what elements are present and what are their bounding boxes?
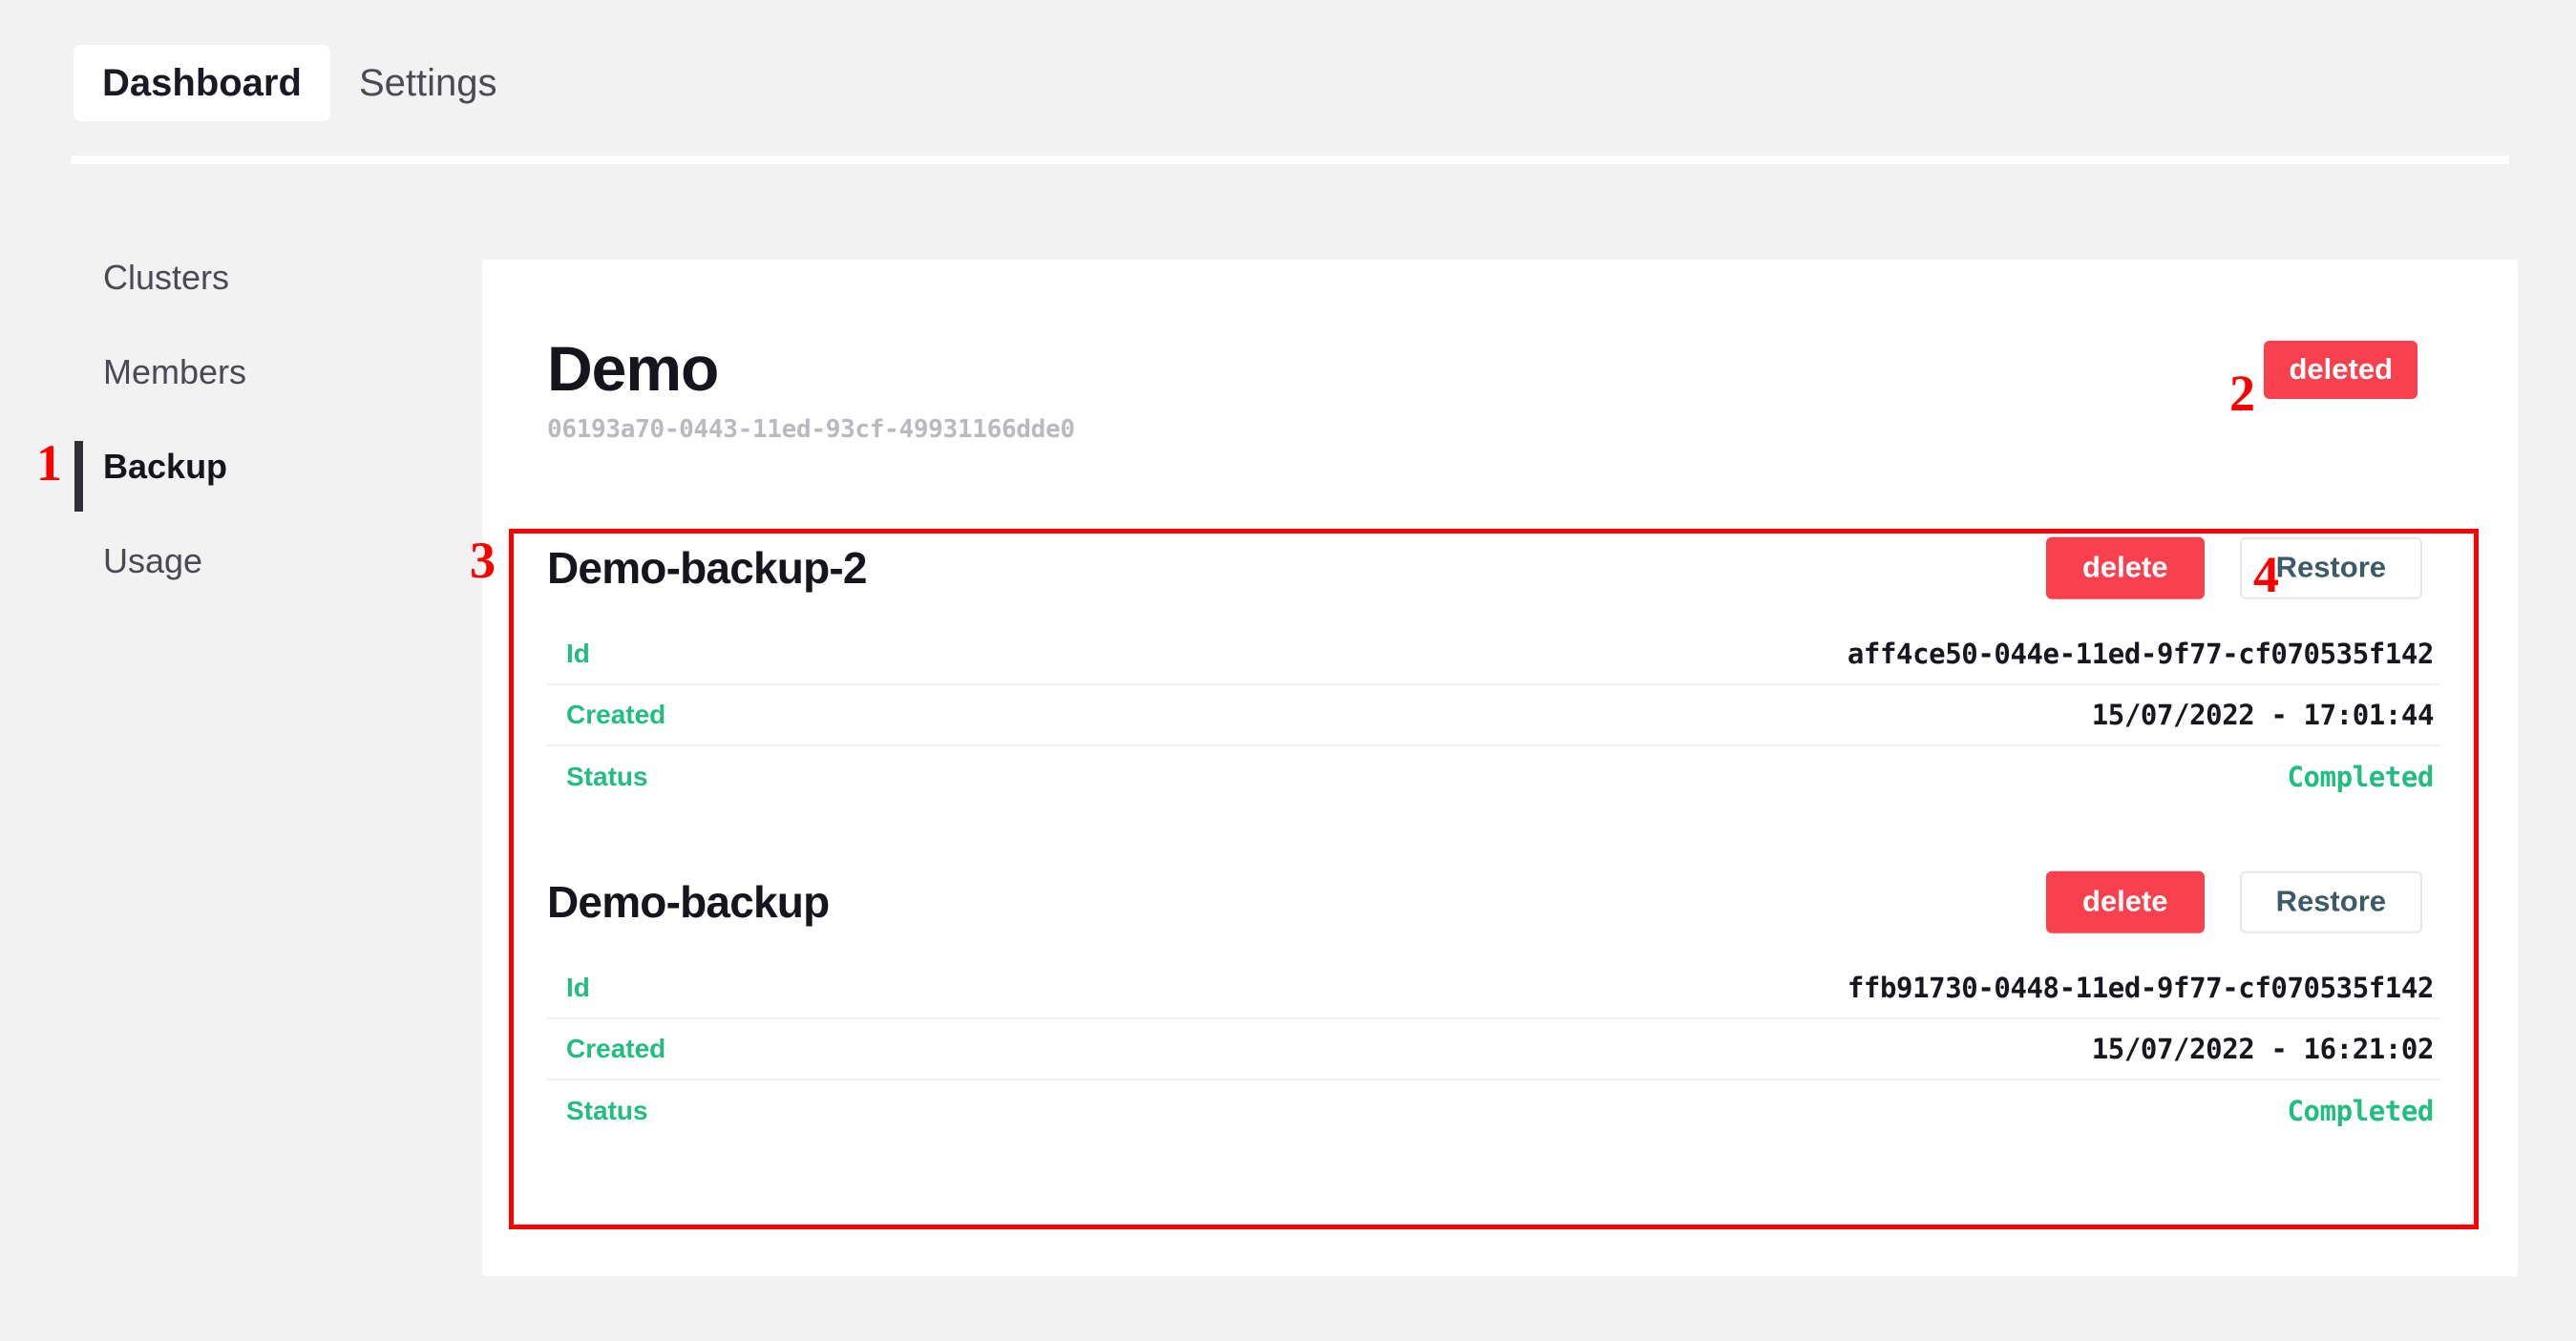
nav-bottom-divider [72,156,2509,164]
backup-card-header: Demo-backup-2 delete Restore [547,529,2439,607]
delete-button[interactable]: delete [2045,870,2205,933]
cluster-uuid: 06193a70-0443-11ed-93cf-49931166dde0 [547,415,1075,445]
backup-card: Demo-backup-2 delete Restore Id aff4ce50… [509,529,2478,807]
backup-name: Demo-backup [547,877,830,927]
detail-value-id: aff4ce50-044e-11ed-9f77-cf070535f142 [1847,638,2435,670]
tab-settings[interactable]: Settings [330,45,526,121]
detail-label-id: Id [566,973,590,1002]
sidebar-item-clusters[interactable]: Clusters [0,250,482,304]
detail-label-id: Id [566,639,590,668]
sidebar-navigation: Clusters Members Backup Usage [0,250,482,628]
status-badge-deleted[interactable]: deleted [2264,341,2418,399]
tab-dashboard[interactable]: Dashboard [74,45,330,121]
sidebar-item-label: Usage [103,540,203,580]
detail-value-status: Completed [2287,761,2434,793]
sidebar-item-usage[interactable]: Usage [0,534,482,588]
detail-value-id: ffb91730-0448-11ed-9f77-cf070535f142 [1847,972,2435,1004]
backup-panel: Demo 06193a70-0443-11ed-93cf-49931166dde… [482,260,2518,1276]
detail-label-status: Status [566,1096,648,1125]
detail-row-status: Status Completed [547,746,2439,807]
backup-card-actions: delete Restore [2045,536,2422,599]
backup-name: Demo-backup-2 [547,543,867,593]
backup-list: Demo-backup-2 delete Restore Id aff4ce50… [509,529,2478,1142]
sidebar-item-members[interactable]: Members [0,345,482,399]
sidebar-item-label: Backup [103,446,228,486]
cluster-header: Demo 06193a70-0443-11ed-93cf-49931166dde… [547,333,2460,445]
backup-card-header: Demo-backup delete Restore [547,863,2439,941]
backup-card-actions: delete Restore [2045,870,2422,933]
app-root: Dashboard Settings Clusters Members Back… [0,0,2576,1341]
detail-label-created: Created [566,1034,666,1063]
sidebar-item-label: Members [103,351,247,391]
top-nav-tabs: Dashboard Settings [74,45,525,121]
detail-label-status: Status [566,762,648,791]
detail-row-id: Id aff4ce50-044e-11ed-9f77-cf070535f142 [547,624,2439,685]
top-navigation-bar: Dashboard Settings [0,0,2576,164]
sidebar-item-backup[interactable]: Backup [0,439,482,512]
restore-button[interactable]: Restore [2239,536,2422,599]
detail-value-created: 15/07/2022 - 16:21:02 [2091,1033,2435,1065]
page-title: Demo [547,333,719,404]
backup-card: Demo-backup delete Restore Id ffb91730-0… [509,863,2478,1142]
restore-button[interactable]: Restore [2239,870,2422,933]
detail-row-created: Created 15/07/2022 - 16:21:02 [547,1019,2439,1080]
detail-row-status: Status Completed [547,1080,2439,1142]
detail-value-created: 15/07/2022 - 17:01:44 [2091,699,2435,731]
detail-label-created: Created [566,700,666,729]
detail-row-created: Created 15/07/2022 - 17:01:44 [547,685,2439,746]
delete-button[interactable]: delete [2045,536,2205,599]
detail-value-status: Completed [2287,1095,2434,1127]
detail-row-id: Id ffb91730-0448-11ed-9f77-cf070535f142 [547,958,2439,1019]
sidebar-item-label: Clusters [103,257,230,297]
